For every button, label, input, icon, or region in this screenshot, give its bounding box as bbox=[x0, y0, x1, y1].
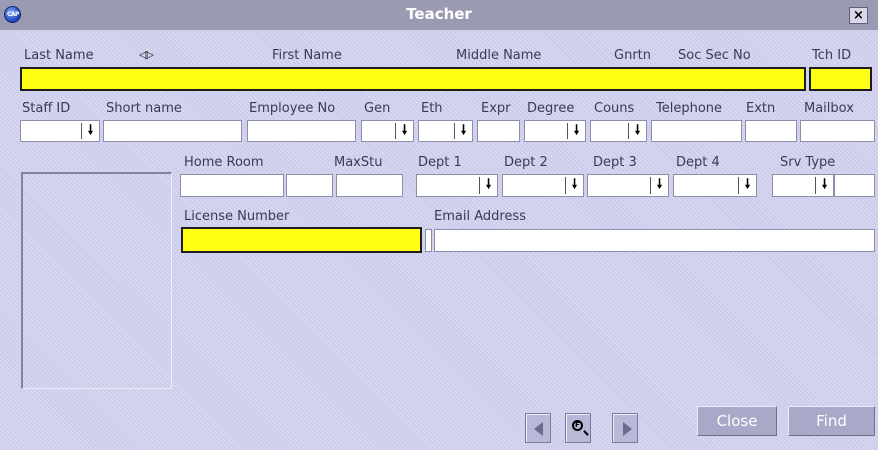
middle-name-label: Middle Name bbox=[456, 48, 542, 63]
dept2-label: Dept 2 bbox=[504, 155, 548, 170]
teacher-window: CAP Teacher × Last Name ◁▷ First Name Mi… bbox=[0, 0, 878, 450]
last-name-label: Last Name bbox=[24, 48, 94, 63]
srv-type-extra-field[interactable] bbox=[834, 174, 875, 197]
srv-type-dropdown[interactable]: 🠗 bbox=[772, 174, 834, 197]
home-room-extra-field[interactable] bbox=[286, 174, 333, 197]
close-button[interactable]: Close bbox=[697, 406, 777, 436]
down-arrow-icon: 🠗 bbox=[460, 123, 467, 138]
down-arrow-icon: 🠗 bbox=[573, 123, 580, 138]
license-number-field[interactable] bbox=[181, 227, 422, 253]
name-field[interactable] bbox=[20, 67, 806, 91]
dept3-dropdown[interactable]: 🠗 bbox=[587, 174, 669, 197]
mailbox-label: Mailbox bbox=[804, 101, 854, 116]
previous-record-button[interactable] bbox=[525, 413, 551, 443]
mailbox-field[interactable] bbox=[800, 120, 875, 142]
dept2-dropdown[interactable]: 🠗 bbox=[502, 174, 584, 197]
short-name-field[interactable] bbox=[103, 120, 242, 142]
eth-dropdown[interactable]: 🠗 bbox=[418, 120, 473, 142]
extn-label: Extn bbox=[746, 101, 776, 116]
tch-id-field[interactable] bbox=[809, 67, 872, 91]
staff-id-label: Staff ID bbox=[22, 101, 71, 116]
gnrtn-label: Gnrtn bbox=[614, 48, 651, 63]
dept3-label: Dept 3 bbox=[593, 155, 637, 170]
first-name-label: First Name bbox=[272, 48, 342, 63]
triangle-right-icon bbox=[623, 422, 632, 436]
staff-id-dropdown[interactable]: 🠗 bbox=[20, 120, 100, 142]
license-extra-field[interactable] bbox=[425, 229, 432, 252]
short-name-label: Short name bbox=[106, 101, 182, 116]
dept1-dropdown[interactable]: 🠗 bbox=[416, 174, 498, 197]
degree-label: Degree bbox=[527, 101, 575, 116]
next-record-button[interactable] bbox=[612, 413, 638, 443]
maxstu-field[interactable] bbox=[336, 174, 403, 197]
down-arrow-icon: 🠗 bbox=[87, 123, 94, 138]
degree-dropdown[interactable]: 🠗 bbox=[524, 120, 586, 142]
couns-label: Couns bbox=[594, 101, 635, 116]
home-room-field[interactable] bbox=[180, 174, 284, 197]
window-title: Teacher bbox=[406, 5, 472, 23]
window-close-button[interactable]: × bbox=[849, 7, 868, 24]
email-address-label: Email Address bbox=[434, 209, 526, 224]
employee-no-field[interactable] bbox=[247, 120, 356, 142]
telephone-label: Telephone bbox=[656, 101, 723, 116]
dept1-label: Dept 1 bbox=[418, 155, 462, 170]
license-number-label: License Number bbox=[184, 209, 290, 224]
dept4-dropdown[interactable]: 🠗 bbox=[673, 174, 757, 197]
sort-order-icon[interactable]: ◁▷ bbox=[139, 48, 154, 61]
email-address-field[interactable] bbox=[434, 229, 875, 252]
triangle-left-icon bbox=[534, 422, 543, 436]
expr-label: Expr bbox=[481, 101, 511, 116]
eth-label: Eth bbox=[421, 101, 443, 116]
down-arrow-icon: 🠗 bbox=[571, 177, 578, 192]
lookup-button[interactable]: F bbox=[565, 413, 591, 443]
expr-field[interactable] bbox=[477, 120, 520, 142]
soc-sec-no-label: Soc Sec No bbox=[678, 48, 751, 63]
gen-label: Gen bbox=[364, 101, 391, 116]
down-arrow-icon: 🠗 bbox=[744, 177, 751, 192]
employee-no-label: Employee No bbox=[249, 101, 336, 116]
telephone-field[interactable] bbox=[651, 120, 742, 142]
find-button[interactable]: Find bbox=[788, 406, 875, 436]
extn-field[interactable] bbox=[745, 120, 797, 142]
dept4-label: Dept 4 bbox=[676, 155, 720, 170]
maxstu-label: MaxStu bbox=[334, 155, 383, 170]
photo-frame bbox=[21, 172, 172, 389]
couns-dropdown[interactable]: 🠗 bbox=[590, 120, 647, 142]
down-arrow-icon: 🠗 bbox=[401, 123, 408, 138]
down-arrow-icon: 🠗 bbox=[821, 177, 828, 192]
srv-type-label: Srv Type bbox=[780, 155, 836, 170]
magnifier-icon: F bbox=[572, 420, 583, 431]
down-arrow-icon: 🠗 bbox=[485, 177, 492, 192]
title-bar: CAP Teacher × bbox=[0, 0, 878, 30]
home-room-label: Home Room bbox=[184, 155, 264, 170]
tch-id-label: Tch ID bbox=[812, 48, 852, 63]
gen-dropdown[interactable]: 🠗 bbox=[361, 120, 414, 142]
down-arrow-icon: 🠗 bbox=[656, 177, 663, 192]
down-arrow-icon: 🠗 bbox=[634, 123, 641, 138]
